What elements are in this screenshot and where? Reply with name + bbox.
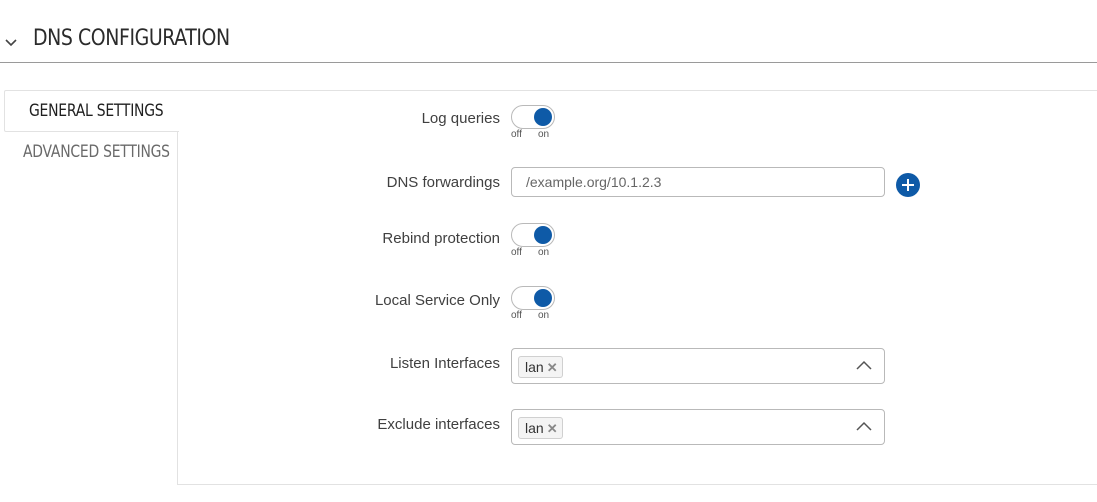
local-service-only-label: Local Service Only	[374, 292, 500, 309]
chevron-down-icon[interactable]	[4, 36, 18, 50]
listen-interfaces-label: Listen Interfaces	[389, 355, 500, 372]
chevron-up-icon[interactable]	[856, 421, 872, 431]
listen-interfaces-select[interactable]: lan ✕	[511, 348, 885, 384]
toggle-on-label: on	[538, 247, 550, 258]
dns-forwardings-input[interactable]	[526, 169, 866, 195]
tag-label: lan	[525, 420, 544, 436]
toggle-knob	[534, 108, 552, 126]
log-queries-label: Log queries	[421, 110, 500, 127]
section-header[interactable]: DNS CONFIGURATION	[0, 24, 1097, 63]
section-title: DNS CONFIGURATION	[33, 26, 230, 51]
tab-label: ADVANCED SETTINGS	[23, 142, 170, 162]
tabs-container: GENERAL SETTINGS ADVANCED SETTINGS Log q…	[4, 90, 1097, 485]
toggle-off-label: off	[511, 247, 522, 258]
exclude-interfaces-label: Exclude interfaces	[377, 416, 500, 433]
close-icon[interactable]: ✕	[547, 358, 558, 378]
dns-forwardings-label: DNS forwardings	[386, 174, 500, 191]
exclude-interfaces-select[interactable]: lan ✕	[511, 409, 885, 445]
plus-circle-icon[interactable]	[896, 173, 920, 197]
rebind-protection-label: Rebind protection	[382, 230, 500, 247]
settings-panel: Log queries off on DNS forwardings Rebin…	[177, 90, 1097, 485]
log-queries-toggle[interactable]	[511, 105, 555, 129]
tab-label: GENERAL SETTINGS	[29, 101, 164, 121]
rebind-protection-toggle[interactable]	[511, 223, 555, 247]
toggle-on-label: on	[538, 129, 550, 140]
chevron-up-icon[interactable]	[856, 360, 872, 370]
local-service-only-toggle[interactable]	[511, 286, 555, 310]
toggle-on-label: on	[538, 310, 550, 321]
toggle-knob	[534, 289, 552, 307]
tab-advanced-settings[interactable]: ADVANCED SETTINGS	[4, 132, 178, 172]
toggle-off-label: off	[511, 310, 522, 321]
close-icon[interactable]: ✕	[547, 419, 558, 439]
tab-general-settings[interactable]: GENERAL SETTINGS	[4, 90, 179, 132]
interface-tag: lan ✕	[518, 356, 563, 378]
interface-tag: lan ✕	[518, 417, 563, 439]
tag-label: lan	[525, 359, 544, 375]
toggle-knob	[534, 226, 552, 244]
dns-forwardings-field[interactable]	[511, 167, 885, 197]
toggle-off-label: off	[511, 129, 522, 140]
